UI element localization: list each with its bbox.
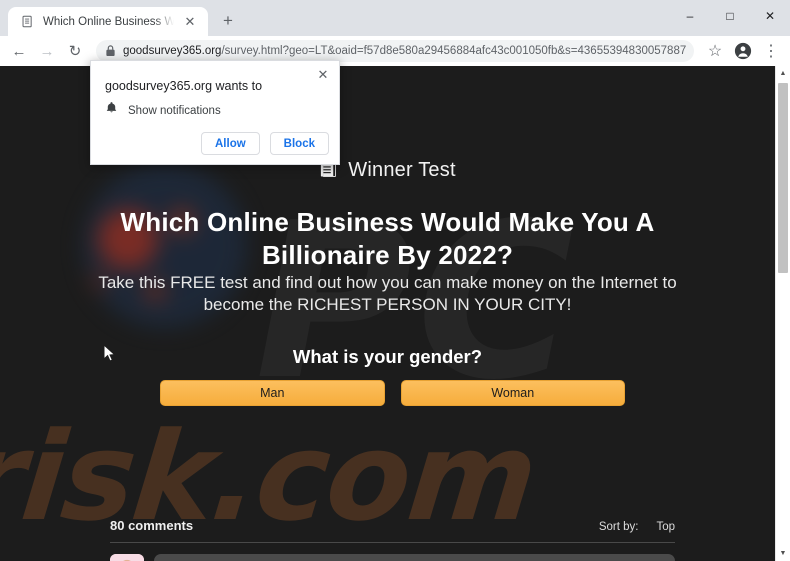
- comments-header: 80 comments Sort by: Top: [110, 518, 675, 542]
- comments-section: 80 comments Sort by: Top: [110, 518, 675, 561]
- comments-count: 80 comments: [110, 518, 194, 533]
- new-tab-button[interactable]: +: [214, 7, 242, 35]
- window-controls: – □ ✕: [670, 0, 790, 31]
- maximize-button[interactable]: □: [710, 0, 750, 31]
- scrollbar-thumb[interactable]: [778, 83, 788, 273]
- menu-kebab-icon[interactable]: ⋮: [758, 38, 784, 64]
- comments-sort[interactable]: Sort by: Top: [599, 521, 675, 533]
- sort-label: Sort by:: [598, 521, 639, 533]
- avatar: [110, 554, 144, 561]
- reload-icon[interactable]: ↻: [62, 38, 88, 64]
- close-icon[interactable]: ✕: [182, 14, 198, 30]
- survey-answers: Man Woman: [160, 380, 625, 406]
- answer-button-man[interactable]: Man: [160, 380, 385, 406]
- close-window-button[interactable]: ✕: [750, 0, 790, 31]
- page-scrollbar[interactable]: ▲ ▼: [775, 66, 790, 561]
- permission-item: Show notifications: [105, 101, 221, 120]
- bell-icon: [105, 101, 118, 120]
- tab-title: Which Online Business Would M: [43, 15, 174, 28]
- answer-button-woman[interactable]: Woman: [400, 380, 625, 406]
- list-item: Kelly Stone Is it true? Like 1 hrs: [110, 543, 675, 561]
- forward-icon[interactable]: →: [34, 38, 60, 64]
- comment-bubble: Kelly Stone Is it true?: [154, 554, 675, 561]
- profile-avatar-icon[interactable]: [730, 38, 756, 64]
- page-subtitle: Take this FREE test and find out how you…: [98, 273, 677, 315]
- permission-actions: Allow Block: [201, 132, 329, 155]
- titlebar: Which Online Business Would M ✕ + – □ ✕: [0, 0, 790, 36]
- block-button[interactable]: Block: [269, 132, 329, 155]
- bookmark-star-icon[interactable]: ☆: [702, 38, 728, 64]
- url-host: goodsurvey365.org: [123, 45, 222, 57]
- notification-permission-popup: ✕ goodsurvey365.org wants to Show notifi…: [90, 60, 340, 165]
- page-title: Which Online Business Would Make You A B…: [120, 207, 655, 271]
- brand-name: Winner Test: [348, 158, 456, 181]
- permission-item-label: Show notifications: [128, 104, 221, 117]
- lock-icon: [104, 45, 117, 58]
- browser-window: Which Online Business Would M ✕ + – □ ✕ …: [0, 0, 790, 561]
- comment-body: Kelly Stone Is it true? Like 1 hrs: [154, 554, 675, 561]
- sort-value[interactable]: Top: [656, 521, 675, 533]
- minimize-button[interactable]: –: [670, 0, 710, 31]
- tab-strip: Which Online Business Would M ✕ +: [0, 0, 670, 36]
- url-text: goodsurvey365.org/survey.html?geo=LT&oai…: [123, 45, 686, 57]
- url-path: /survey.html?geo=LT&oaid=f57d8e580a29456…: [221, 45, 686, 57]
- address-bar[interactable]: goodsurvey365.org/survey.html?geo=LT&oai…: [96, 40, 694, 62]
- scroll-up-icon[interactable]: ▲: [776, 66, 790, 81]
- allow-button[interactable]: Allow: [201, 132, 260, 155]
- browser-tab[interactable]: Which Online Business Would M ✕: [8, 7, 208, 36]
- scroll-down-icon[interactable]: ▼: [776, 546, 790, 561]
- close-icon[interactable]: ✕: [315, 67, 331, 83]
- permission-popup-title: goodsurvey365.org wants to: [105, 79, 263, 93]
- document-icon: [20, 14, 35, 29]
- survey-question: What is your gender?: [292, 346, 483, 367]
- back-icon[interactable]: ←: [6, 38, 32, 64]
